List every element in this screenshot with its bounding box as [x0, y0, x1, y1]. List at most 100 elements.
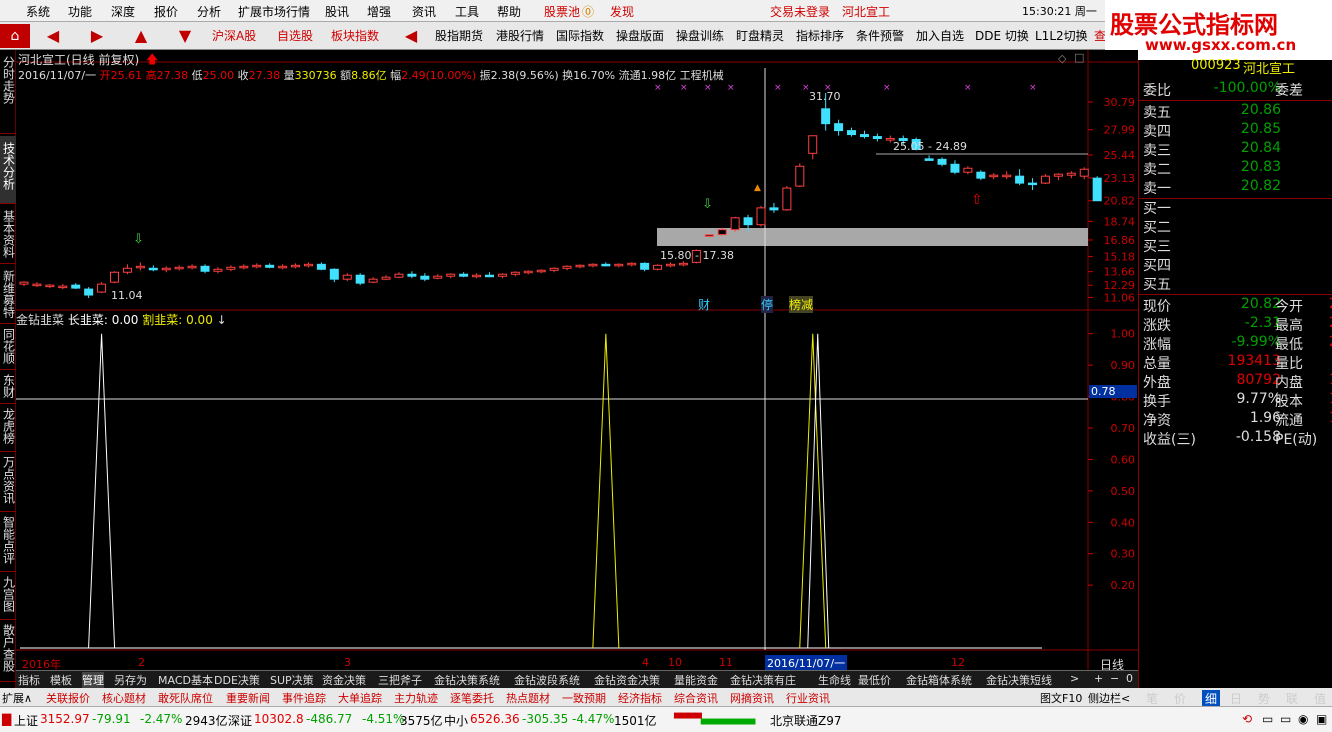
tb-trading-layout[interactable]: 操盘版面: [616, 25, 664, 47]
tb-indicator-sort[interactable]: 指标排序: [796, 25, 844, 47]
speaker-icon[interactable]: ◉: [1298, 712, 1308, 726]
indicator-tab[interactable]: 金钻决策短线: [986, 672, 1052, 688]
chart-option-icon[interactable]: ◇: [1058, 52, 1066, 65]
ask-row[interactable]: 卖三 20.84: [1143, 140, 1332, 159]
vtab-ths[interactable]: 同花顺: [0, 326, 16, 370]
ask-row[interactable]: 卖一 20.82: [1143, 178, 1332, 197]
info-tab[interactable]: 经济指标: [618, 690, 662, 706]
bid-row[interactable]: 买五: [1143, 274, 1332, 293]
right-tab[interactable]: 势: [1258, 690, 1270, 707]
zoom-out-icon[interactable]: −: [1110, 672, 1119, 685]
indicator-tab[interactable]: 金钻箱体系统: [906, 672, 972, 688]
vtab-technical[interactable]: 技术分析: [0, 136, 16, 204]
vtab-xinwei[interactable]: 新维募特: [0, 266, 16, 324]
vtab-nine-grid[interactable]: 九宫图: [0, 574, 16, 620]
bid-row[interactable]: 买二: [1143, 217, 1332, 236]
indicator-tab[interactable]: 模板: [50, 672, 72, 688]
menu-enhance[interactable]: 增强: [367, 3, 391, 20]
maximize-icon[interactable]: □: [1074, 51, 1084, 64]
bid-row[interactable]: 买三: [1143, 236, 1332, 255]
home-icon[interactable]: ⌂: [0, 24, 30, 48]
indicator-tab[interactable]: DDE决策: [214, 672, 260, 688]
reset-zoom-icon[interactable]: 0: [1126, 672, 1133, 685]
info-tab[interactable]: 侧边栏<: [1088, 690, 1130, 706]
right-tab[interactable]: 细: [1202, 690, 1221, 707]
indicator-title[interactable]: 金钻韭菜: [16, 313, 64, 327]
indicator-tab[interactable]: 生命线: [818, 672, 851, 688]
tb-add-watchlist[interactable]: 加入自选: [916, 25, 964, 47]
indicator-tab[interactable]: 金钻决策系统: [434, 672, 500, 688]
tb-condition-alert[interactable]: 条件预警: [856, 25, 904, 47]
tb-index-futures[interactable]: 股指期货: [435, 25, 483, 47]
window-icon[interactable]: ▭: [1262, 712, 1273, 726]
info-tab[interactable]: 大单追踪: [338, 690, 382, 706]
tb-shanghai-shenzhen-a[interactable]: 沪深A股: [212, 25, 256, 47]
up-arrow-icon[interactable]: ▲: [126, 24, 156, 48]
right-tab[interactable]: 联: [1286, 690, 1298, 707]
ask-row[interactable]: 卖二 20.83: [1143, 159, 1332, 178]
info-tab[interactable]: 核心题材: [102, 690, 146, 706]
right-tab[interactable]: 日: [1230, 690, 1242, 707]
tb-trading-practice[interactable]: 操盘训练: [676, 25, 724, 47]
tag-suspend[interactable]: 停: [761, 296, 774, 313]
bid-row[interactable]: 买一: [1143, 198, 1332, 217]
ask-row[interactable]: 卖五 20.86: [1143, 102, 1332, 121]
indicator-tab[interactable]: 金钻波段系统: [514, 672, 580, 688]
vtab-intraday[interactable]: 分时走势: [0, 52, 16, 134]
info-tab[interactable]: 重要新闻: [226, 690, 270, 706]
menu-stock-pool[interactable]: 股票池: [544, 3, 580, 20]
forward-arrow-icon[interactable]: ▶: [82, 24, 112, 48]
vtab-wandian-news[interactable]: 万点资讯: [0, 454, 16, 512]
down-arrow-icon[interactable]: ▼: [170, 24, 200, 48]
indicator-tab[interactable]: 最低价: [858, 672, 891, 688]
menu-function[interactable]: 功能: [68, 3, 92, 20]
indicator-tab[interactable]: 另存为: [114, 672, 147, 688]
menu-discover[interactable]: 发现: [610, 3, 634, 20]
vtab-eastmoney[interactable]: 东财: [0, 372, 16, 404]
info-tab[interactable]: 热点题材: [506, 690, 550, 706]
menu-system[interactable]: 系统: [26, 3, 50, 20]
bid-row[interactable]: 买四: [1143, 255, 1332, 274]
right-tab[interactable]: 值: [1314, 690, 1326, 707]
zoom-in-icon[interactable]: +: [1094, 672, 1103, 685]
vtab-dragon-tiger[interactable]: 龙虎榜: [0, 406, 16, 452]
tb-monitor-sprite[interactable]: 盯盘精灵: [736, 25, 784, 47]
info-tab[interactable]: 一致预期: [562, 690, 606, 706]
tag-rank-reduce[interactable]: 榜减: [789, 296, 814, 313]
vtab-smart-comment[interactable]: 智能点评: [0, 514, 16, 572]
info-tab[interactable]: 逐笔委托: [450, 690, 494, 706]
info-tab[interactable]: 扩展∧: [2, 690, 32, 706]
tb-hk-quotes[interactable]: 港股行情: [496, 25, 544, 47]
info-tab[interactable]: 敢死队席位: [158, 690, 213, 706]
info-tab[interactable]: 关联报价: [46, 690, 90, 706]
menu-tools[interactable]: 工具: [455, 3, 479, 20]
right-tab[interactable]: 价: [1174, 690, 1186, 707]
menu-depth[interactable]: 深度: [111, 3, 135, 20]
window-alt-icon[interactable]: ▭: [1280, 712, 1291, 726]
indicator-tab[interactable]: >: [1070, 672, 1079, 685]
indicator-tab[interactable]: 金钻资金决策: [594, 672, 660, 688]
info-tab[interactable]: 主力轨迹: [394, 690, 438, 706]
menu-analysis[interactable]: 分析: [197, 3, 221, 20]
indicator-tab[interactable]: SUP决策: [270, 672, 314, 688]
menu-news-stock[interactable]: 股讯: [325, 3, 349, 20]
indicator-tab[interactable]: 指标: [18, 672, 40, 688]
vtab-retail-check[interactable]: 散户查股: [0, 622, 16, 682]
sh-value[interactable]: 3152.97: [40, 712, 90, 726]
info-tab[interactable]: 图文F10: [1040, 690, 1082, 706]
menu-info[interactable]: 资讯: [412, 3, 436, 20]
refresh-icon[interactable]: ⟲: [1242, 712, 1252, 726]
menu-help[interactable]: 帮助: [497, 3, 521, 20]
tb-sector-index[interactable]: 板块指数: [331, 25, 379, 47]
tray-icon[interactable]: ▣: [1316, 712, 1327, 726]
info-tab[interactable]: 事件追踪: [282, 690, 326, 706]
menu-extended-market[interactable]: 扩展市场行情: [238, 3, 310, 20]
right-tab[interactable]: 笔: [1146, 690, 1158, 707]
menu-quotes[interactable]: 报价: [154, 3, 178, 20]
zx-value[interactable]: 6526.36: [470, 712, 520, 726]
info-tab[interactable]: 网摘资讯: [730, 690, 774, 706]
login-status[interactable]: 交易未登录: [770, 3, 830, 20]
indicator-tab[interactable]: 三把斧子: [378, 672, 422, 688]
indicator-tab[interactable]: MACD基本: [158, 672, 213, 688]
tb-l1l2-switch[interactable]: L1L2切换: [1035, 25, 1088, 47]
